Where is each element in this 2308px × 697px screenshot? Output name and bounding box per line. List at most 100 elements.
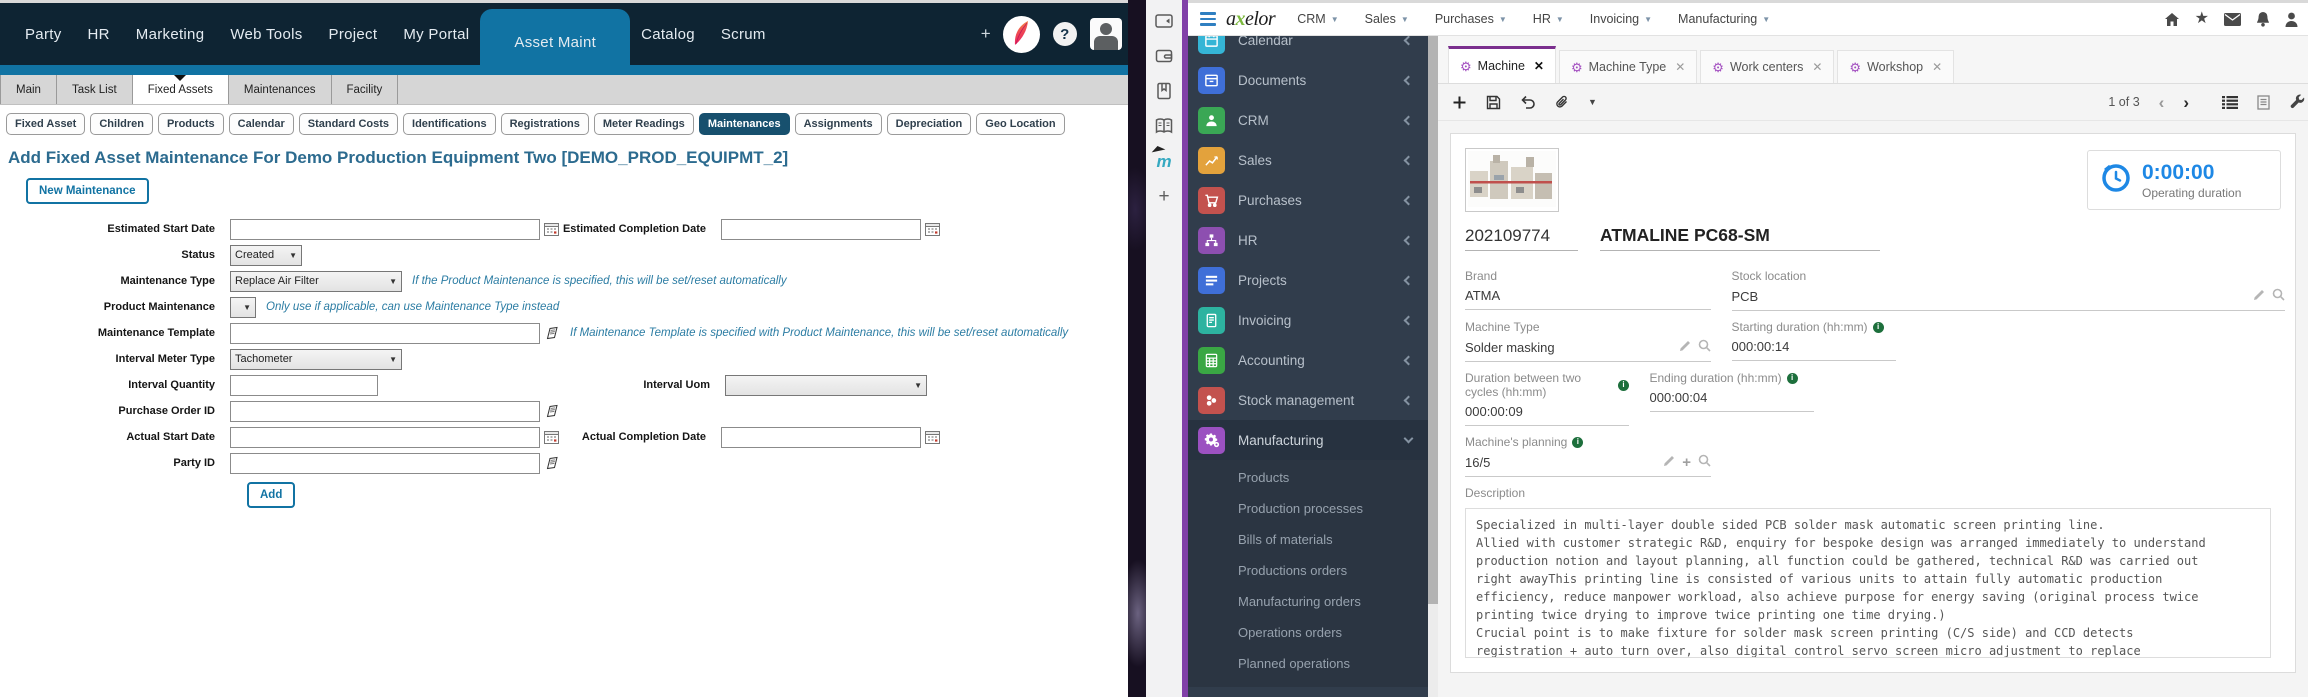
submenu-products[interactable]: Products bbox=[1188, 462, 1428, 493]
tab-task-list[interactable]: Task List bbox=[57, 75, 133, 104]
brand-value[interactable]: ATMA bbox=[1465, 288, 1500, 303]
brand-field[interactable]: Brand ATMA bbox=[1465, 269, 1711, 311]
close-icon[interactable]: ✕ bbox=[1932, 60, 1942, 74]
user-avatar[interactable] bbox=[1089, 18, 1122, 50]
menu-sales[interactable]: Sales ▼ bbox=[1365, 12, 1409, 26]
subnav-geo-location[interactable]: Geo Location bbox=[976, 113, 1065, 135]
estimated-completion-date-input[interactable] bbox=[721, 218, 921, 240]
menu-invoicing[interactable]: Invoicing ▼ bbox=[1590, 12, 1652, 26]
party-id-input[interactable] bbox=[230, 452, 540, 474]
calendar-picker-icon[interactable] bbox=[925, 222, 940, 236]
new-maintenance-button[interactable]: New Maintenance bbox=[26, 178, 149, 204]
messages-icon[interactable] bbox=[2224, 12, 2241, 26]
nav-item-project[interactable]: Project bbox=[316, 26, 391, 43]
estimated-start-date-input[interactable] bbox=[230, 218, 540, 240]
tab-facility[interactable]: Facility bbox=[332, 75, 399, 104]
purchase-order-id-input[interactable] bbox=[230, 400, 540, 422]
sidebar-item-documents[interactable]: Documents bbox=[1188, 60, 1428, 100]
tab-workshop[interactable]: ⚙ Workshop ✕ bbox=[1837, 50, 1955, 83]
nav-item-hr[interactable]: HR bbox=[75, 26, 123, 43]
home-icon[interactable] bbox=[2164, 12, 2180, 27]
tab-fixed-assets[interactable]: Fixed Assets bbox=[132, 75, 229, 104]
machine-serial-field[interactable]: 202109774 bbox=[1465, 226, 1578, 251]
menu-hr[interactable]: HR ▼ bbox=[1533, 12, 1564, 26]
hamburger-menu-icon[interactable] bbox=[1200, 12, 1216, 26]
stock-location-value[interactable]: PCB bbox=[1732, 289, 1759, 304]
submenu-production-processes[interactable]: Production processes bbox=[1188, 493, 1428, 524]
tab-machine[interactable]: ⚙ Machine ✕ bbox=[1448, 46, 1556, 83]
subnav-depreciation[interactable]: Depreciation bbox=[886, 113, 972, 135]
user-menu-icon[interactable] bbox=[2285, 12, 2298, 27]
axelor-logo[interactable]: axelor bbox=[1226, 8, 1276, 31]
calendar-picker-icon[interactable] bbox=[544, 430, 559, 444]
maintenance-template-input[interactable] bbox=[230, 322, 540, 344]
interval-quantity-input[interactable] bbox=[230, 374, 378, 396]
actual-start-date-input[interactable] bbox=[230, 426, 540, 448]
more-actions-icon[interactable]: ▼ bbox=[1588, 97, 1597, 107]
menu-manufacturing[interactable]: Manufacturing ▼ bbox=[1678, 12, 1770, 26]
previous-record-icon[interactable]: ‹ bbox=[2159, 94, 2165, 111]
description-field[interactable]: Description Specialized in multi-layer d… bbox=[1465, 486, 2285, 658]
nav-item-party[interactable]: Party bbox=[12, 26, 75, 43]
ending-duration-field[interactable]: Ending duration (hh:mm) i 000:00:04 bbox=[1649, 371, 1814, 426]
subnav-meter-readings[interactable]: Meter Readings bbox=[593, 113, 694, 135]
submenu-manufacturing-orders[interactable]: Manufacturing orders bbox=[1188, 586, 1428, 617]
window-panel-icon[interactable] bbox=[1153, 10, 1175, 32]
submenu-operations-orders[interactable]: Operations orders bbox=[1188, 617, 1428, 648]
sidebar-item-stock-management[interactable]: Stock management bbox=[1188, 380, 1428, 420]
machine-planning-field[interactable]: Machine's planning i 16/5 + bbox=[1465, 435, 1711, 477]
subnav-assignments[interactable]: Assignments bbox=[794, 113, 882, 135]
search-icon[interactable] bbox=[1698, 454, 1711, 470]
ofbiz-logo-icon[interactable] bbox=[1002, 15, 1040, 53]
notifications-bell-icon[interactable] bbox=[2256, 11, 2270, 27]
help-icon[interactable]: ? bbox=[1052, 22, 1077, 46]
nav-item-web-tools[interactable]: Web Tools bbox=[217, 26, 315, 43]
search-icon[interactable] bbox=[2272, 288, 2285, 304]
search-icon[interactable] bbox=[1698, 339, 1711, 355]
nav-item-scrum[interactable]: Scrum bbox=[708, 26, 779, 43]
back-icon[interactable] bbox=[1520, 95, 1536, 109]
subnav-calendar[interactable]: Calendar bbox=[228, 113, 294, 135]
cycle-duration-value[interactable]: 000:00:09 bbox=[1465, 404, 1523, 419]
machine-planning-value[interactable]: 16/5 bbox=[1465, 455, 1490, 470]
menu-crm[interactable]: CRM ▼ bbox=[1297, 12, 1338, 26]
grid-view-icon[interactable] bbox=[2222, 95, 2238, 109]
info-icon[interactable]: i bbox=[1786, 372, 1798, 384]
machine-photo[interactable] bbox=[1465, 148, 1559, 212]
tab-machine-type[interactable]: ⚙ Machine Type ✕ bbox=[1558, 50, 1698, 83]
interval-meter-type-select[interactable]: Tachometer ▼ bbox=[230, 348, 402, 370]
add-app-button[interactable]: + bbox=[969, 24, 1003, 44]
tab-maintenances[interactable]: Maintenances bbox=[229, 75, 332, 104]
sidebar-item-manufacturing[interactable]: Manufacturing bbox=[1188, 420, 1428, 460]
machine-type-field[interactable]: Machine Type Solder masking bbox=[1465, 320, 1711, 362]
maintenance-type-select[interactable]: Replace Air Filter ▼ bbox=[230, 270, 402, 292]
edit-pencil-icon[interactable] bbox=[1679, 340, 1691, 355]
submenu-planned-operations[interactable]: Planned operations bbox=[1188, 648, 1428, 679]
cycle-duration-field[interactable]: Duration between two cycles (hh:mm) i 000… bbox=[1465, 371, 1629, 426]
subnav-identifications[interactable]: Identifications bbox=[403, 113, 496, 135]
favorites-star-icon[interactable]: ★ bbox=[2195, 11, 2209, 27]
reading-list-icon[interactable] bbox=[1153, 115, 1175, 137]
bookmark-book-icon[interactable] bbox=[1153, 80, 1175, 102]
scrollbar-thumb[interactable] bbox=[1428, 36, 1438, 605]
info-icon[interactable]: i bbox=[1572, 436, 1584, 448]
sidebar-item-invoicing[interactable]: Invoicing bbox=[1188, 300, 1428, 340]
nav-item-asset-maint[interactable]: Asset Maint bbox=[480, 9, 631, 75]
subnav-fixed-asset[interactable]: Fixed Asset bbox=[6, 113, 86, 135]
description-textarea[interactable]: Specialized in multi-layer double sided … bbox=[1465, 508, 2271, 658]
subnav-maintenances[interactable]: Maintenances bbox=[698, 113, 790, 135]
tab-work-centers[interactable]: ⚙ Work centers ✕ bbox=[1700, 50, 1835, 83]
next-record-icon[interactable]: › bbox=[2183, 94, 2189, 111]
lookup-icon[interactable] bbox=[544, 325, 560, 341]
stock-location-field[interactable]: Stock location PCB bbox=[1731, 269, 2285, 311]
edit-pencil-icon[interactable] bbox=[1663, 455, 1675, 470]
nav-item-catalog[interactable]: Catalog bbox=[628, 26, 708, 43]
subnav-registrations[interactable]: Registrations bbox=[500, 113, 589, 135]
save-icon[interactable] bbox=[1486, 95, 1501, 110]
calendar-picker-icon[interactable] bbox=[544, 222, 559, 236]
close-icon[interactable]: ✕ bbox=[1534, 59, 1544, 73]
tab-main[interactable]: Main bbox=[0, 75, 57, 104]
nav-item-my-portal[interactable]: My Portal bbox=[390, 26, 482, 43]
starting-duration-field[interactable]: Starting duration (hh:mm) i 000:00:14 bbox=[1731, 320, 1896, 362]
submenu-bills-of-materials[interactable]: Bills of materials bbox=[1188, 524, 1428, 555]
